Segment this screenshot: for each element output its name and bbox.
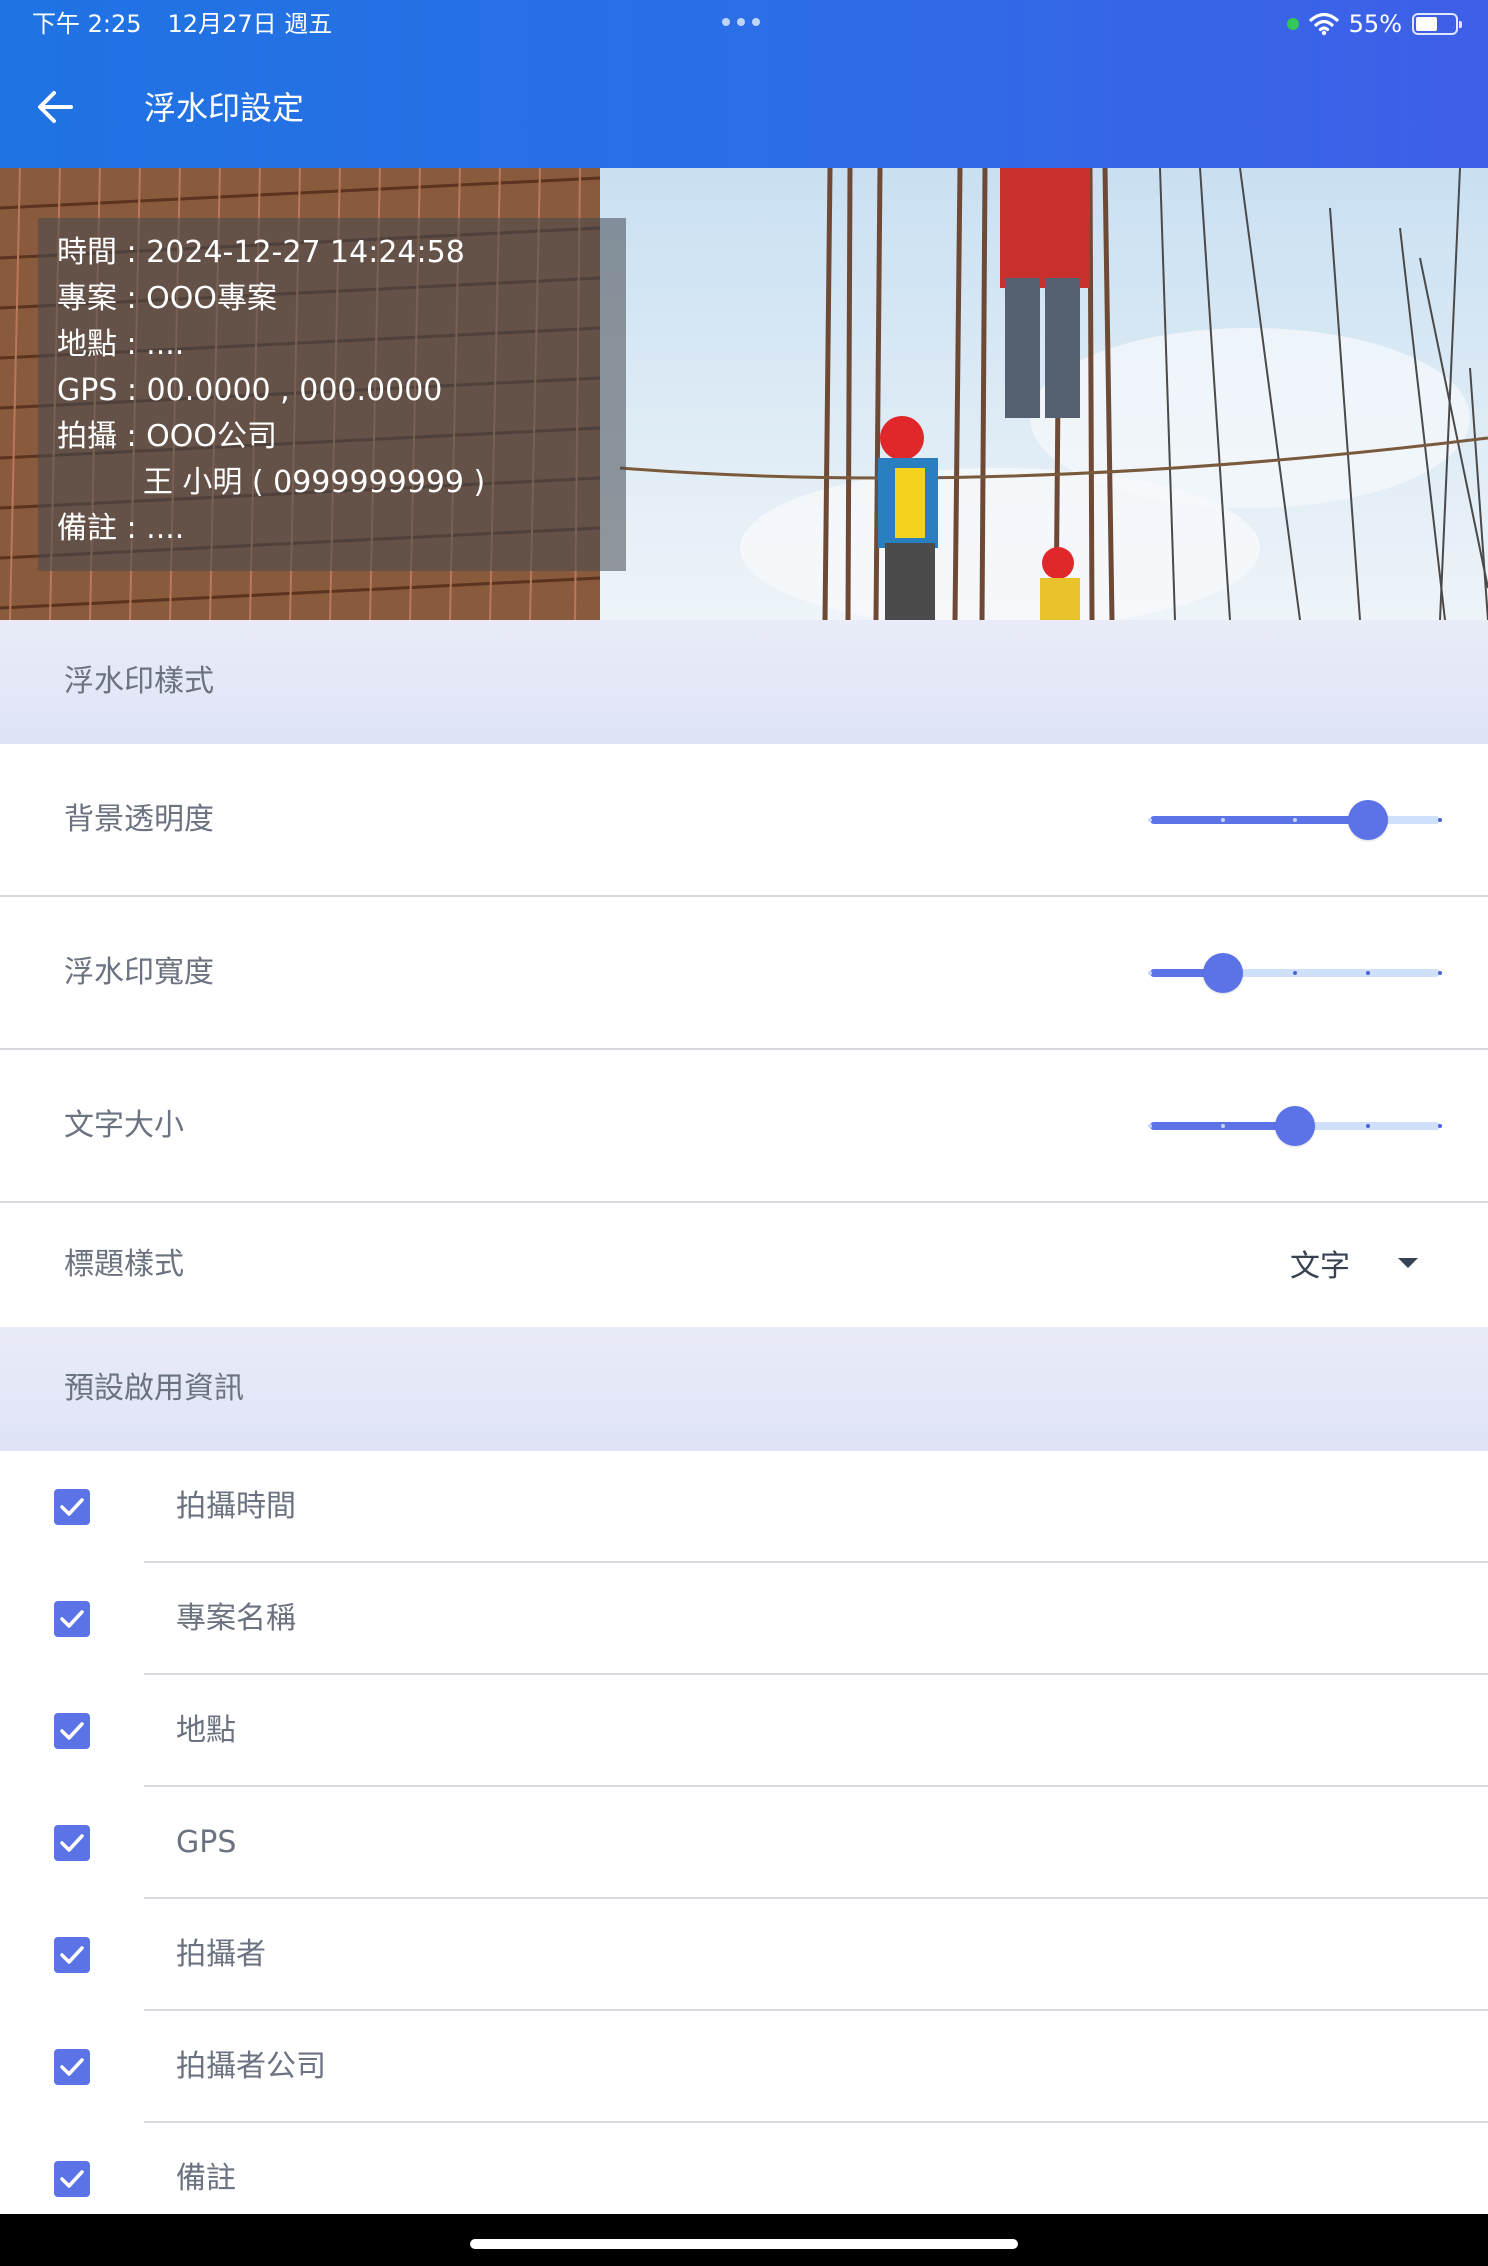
battery-icon: [1412, 13, 1462, 35]
list-item[interactable]: 地點: [0, 1675, 1488, 1787]
item-label: 拍攝者: [176, 1937, 266, 1972]
row-label: 背景透明度: [64, 802, 214, 837]
battery-percent: 55%: [1348, 10, 1402, 38]
text-size-slider[interactable]: [1148, 1050, 1442, 1201]
checkbox-checked[interactable]: [54, 2161, 90, 2197]
page-title: 浮水印設定: [144, 89, 305, 127]
check-icon: [60, 1498, 84, 1516]
dropdown-value: 文字: [1290, 1249, 1350, 1284]
title-style-dropdown[interactable]: 文字: [1290, 1203, 1450, 1323]
check-icon: [60, 1946, 84, 1964]
row-label: 標題樣式: [64, 1247, 184, 1282]
check-icon: [60, 1722, 84, 1740]
status-date: 12月27日 週五: [167, 10, 333, 38]
slider-active-track: [1150, 816, 1368, 824]
home-indicator[interactable]: [470, 2239, 1018, 2249]
slider-tick: [1148, 1124, 1152, 1128]
check-icon: [60, 2170, 84, 2188]
watermark-location: 地點 : ....: [57, 327, 185, 362]
row-label: 浮水印寬度: [64, 955, 214, 990]
caret-down-icon: [1398, 1258, 1418, 1268]
item-label: 拍攝時間: [176, 1489, 296, 1524]
watermark-text: 時間 : 2024-12-27 14:24:58 專案 : OOO專案 地點 :…: [57, 230, 485, 552]
slider-tick: [1365, 1124, 1370, 1128]
list-item[interactable]: GPS: [0, 1787, 1488, 1899]
row-text-size: 文字大小: [0, 1050, 1488, 1203]
slider-tick: [1365, 971, 1370, 975]
section-header-default-info: 預設啟用資訊: [0, 1327, 1488, 1451]
watermark-note: 備註 : ....: [57, 511, 185, 546]
item-label: 拍攝者公司: [176, 2049, 326, 2084]
checkbox-checked[interactable]: [54, 1713, 90, 1749]
row-background-opacity: 背景透明度: [0, 744, 1488, 897]
status-bar-left: 下午 2:25 12月27日 週五: [32, 8, 358, 40]
row-title-style: 標題樣式 文字: [0, 1203, 1488, 1327]
slider-thumb[interactable]: [1202, 953, 1243, 993]
list-item[interactable]: 拍攝者公司: [0, 2011, 1488, 2123]
list-item[interactable]: 拍攝時間: [0, 1451, 1488, 1563]
slider-thumb[interactable]: [1275, 1106, 1315, 1146]
section-title: 浮水印樣式: [64, 664, 214, 699]
checkbox-checked[interactable]: [54, 1601, 90, 1637]
watermark-gps: GPS : 00.0000 , 000.0000: [57, 373, 443, 408]
watermark-preview-image: 時間 : 2024-12-27 14:24:58 專案 : OOO專案 地點 :…: [0, 168, 1488, 620]
watermark-width-slider[interactable]: [1148, 897, 1442, 1048]
section-header-watermark-style: 浮水印樣式: [0, 620, 1488, 744]
watermark-project: 專案 : OOO專案: [57, 281, 278, 316]
checkbox-checked[interactable]: [54, 1489, 90, 1525]
list-item[interactable]: 拍攝者: [0, 1899, 1488, 2011]
arrow-left-icon: [38, 91, 73, 123]
back-button[interactable]: [30, 82, 80, 132]
slider-tick: [1293, 818, 1297, 822]
row-label: 文字大小: [64, 1108, 184, 1143]
slider-tick: [1293, 971, 1297, 975]
slider-tick: [1438, 971, 1442, 975]
watermark-photographer-name: 王 小明 ( 0999999999 ): [57, 465, 486, 500]
check-icon: [60, 2058, 84, 2076]
checkbox-checked[interactable]: [54, 1825, 90, 1861]
row-watermark-width: 浮水印寬度: [0, 897, 1488, 1050]
status-time: 下午 2:25: [32, 10, 142, 38]
background-opacity-slider[interactable]: [1148, 744, 1442, 895]
slider-tick: [1220, 1124, 1225, 1128]
item-label: 地點: [176, 1713, 236, 1748]
slider-tick: [1438, 1124, 1442, 1128]
multitask-dots-icon[interactable]: [722, 18, 760, 26]
watermark-time: 時間 : 2024-12-27 14:24:58: [57, 235, 465, 270]
check-icon: [60, 1834, 84, 1852]
wifi-icon: [1309, 12, 1339, 36]
item-label: 專案名稱: [176, 1601, 296, 1636]
slider-tick: [1220, 818, 1225, 822]
slider-tick: [1438, 818, 1442, 822]
item-label: GPS: [176, 1825, 237, 1860]
camera-indicator-icon: [1286, 18, 1299, 30]
section-title: 預設啟用資訊: [64, 1371, 244, 1406]
checkbox-checked[interactable]: [54, 1937, 90, 1973]
list-item[interactable]: 專案名稱: [0, 1563, 1488, 1675]
watermark-photographer-company: 拍攝 : OOO公司: [57, 419, 278, 454]
slider-tick: [1148, 971, 1152, 975]
app-header: 下午 2:25 12月27日 週五 55% 浮水印設定: [0, 0, 1488, 168]
slider-tick: [1148, 818, 1152, 822]
checkbox-checked[interactable]: [54, 2049, 90, 2085]
status-bar-right: 55%: [1286, 6, 1462, 42]
check-icon: [60, 1610, 84, 1628]
slider-thumb[interactable]: [1347, 800, 1388, 840]
